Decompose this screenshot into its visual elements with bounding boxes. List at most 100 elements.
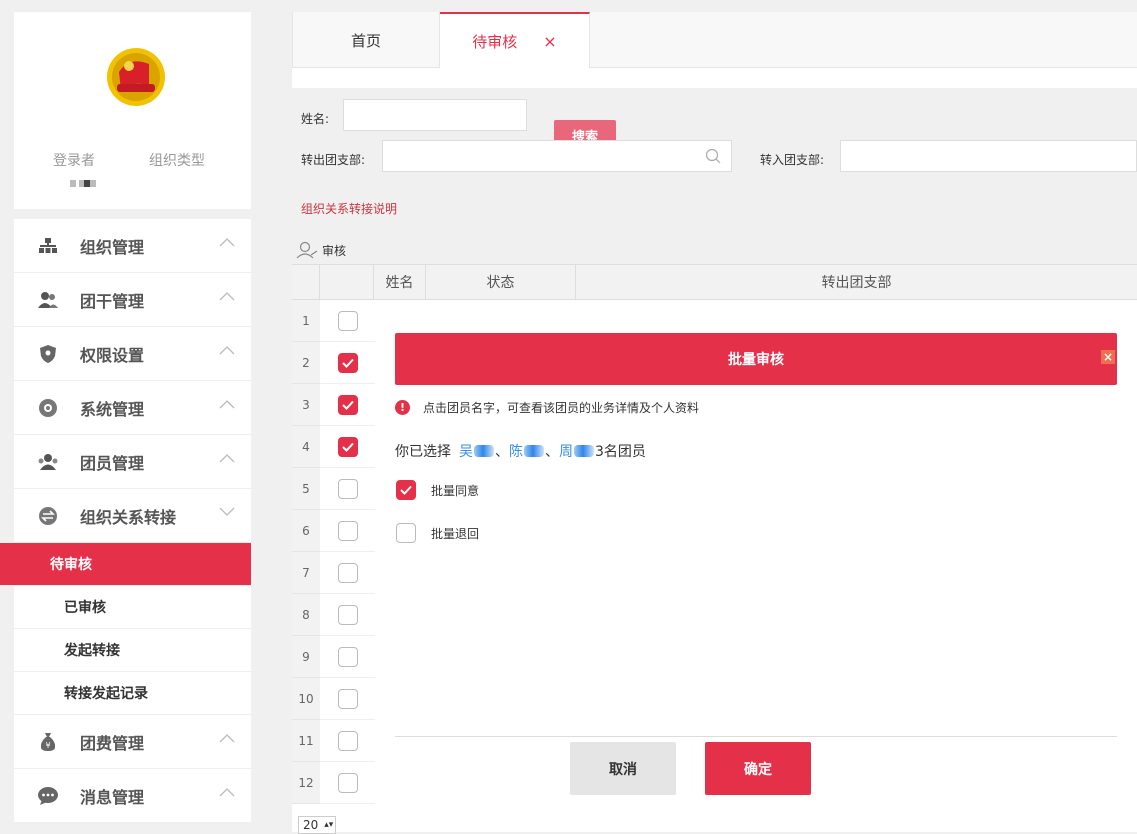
row-checkbox[interactable] — [337, 772, 358, 793]
row-checkbox[interactable] — [337, 478, 358, 499]
row-checkbox[interactable] — [337, 562, 358, 583]
filter-panel: 姓名: 搜索 转出团支部: 转入团支部: 组织关系转接说明 审核 — [292, 88, 1137, 270]
chevron-up-icon — [219, 454, 235, 463]
in-branch-input[interactable] — [840, 140, 1137, 172]
menu-label: 系统管理 — [80, 399, 145, 419]
menu-item-messages[interactable]: 消息管理 — [14, 769, 251, 823]
submenu-start-transfer[interactable]: 发起转接 — [14, 629, 251, 672]
chevron-up-icon — [219, 292, 235, 301]
menu-item-system[interactable]: 系统管理 — [14, 381, 251, 435]
transfer-icon — [38, 506, 58, 526]
approve-label: 批量同意 — [431, 483, 480, 498]
close-icon[interactable]: × — [1101, 350, 1115, 364]
member-link[interactable]: 吴 — [459, 441, 473, 461]
return-label: 批量退回 — [431, 526, 480, 541]
row-number: 5 — [292, 468, 320, 510]
dialog-divider — [395, 736, 1117, 737]
grid-header-check — [320, 265, 374, 299]
check-icon — [341, 442, 354, 452]
grid-header-rownum — [292, 265, 320, 299]
chat-icon — [38, 786, 58, 806]
profile-card: 登录者 组织类型 — [14, 12, 251, 209]
row-checkbox[interactable] — [337, 688, 358, 709]
in-branch-label: 转入团支部: — [760, 153, 825, 167]
dialog-tip: ! 点击团员名字，可查看该团员的业务详情及个人资料 — [395, 399, 699, 416]
check-icon — [400, 485, 412, 495]
chevron-up-icon — [219, 238, 235, 247]
selected-suffix: 3名团员 — [595, 444, 646, 460]
tab-pending[interactable]: 待审核 × — [440, 12, 590, 68]
menu-item-permissions[interactable]: 权限设置 — [14, 327, 251, 381]
row-checkbox[interactable] — [337, 310, 358, 331]
menu-item-members[interactable]: 团员管理 — [14, 435, 251, 489]
grid-header-out-branch[interactable]: 转出团支部 — [576, 265, 1137, 299]
row-checkbox-cell — [320, 426, 376, 468]
check-icon — [341, 358, 354, 368]
row-number: 9 — [292, 636, 320, 678]
row-checkbox[interactable] — [337, 394, 358, 415]
menu-item-org-manage[interactable]: 组织管理 — [14, 219, 251, 273]
row-checkbox[interactable] — [337, 352, 358, 373]
redacted-name — [474, 445, 494, 457]
member-link[interactable]: 周 — [559, 441, 573, 461]
tab-label: 待审核 — [472, 32, 518, 51]
row-checkbox-cell — [320, 594, 376, 636]
selected-members: 你已选择 吴 、 陈 、 周 3名团员 — [395, 441, 646, 461]
out-branch-input[interactable] — [382, 140, 732, 172]
user-name-redacted — [70, 180, 96, 187]
redacted-name — [574, 445, 594, 457]
page-size-select[interactable]: 20 ▴▾ — [298, 816, 336, 834]
menu-label: 团干管理 — [80, 291, 145, 311]
member-link[interactable]: 陈 — [509, 441, 523, 461]
name-input[interactable] — [343, 99, 527, 131]
submenu-pending[interactable]: 待审核 — [0, 543, 251, 586]
review-action[interactable]: 审核 — [296, 241, 346, 259]
row-number: 4 — [292, 426, 320, 468]
batch-review-dialog: 批量审核 × ! 点击团员名字，可查看该团员的业务详情及个人资料 你已选择 吴 … — [375, 300, 1137, 832]
tab-home[interactable]: 首页 — [292, 12, 440, 68]
reviewer-icon — [296, 241, 318, 259]
return-all-option[interactable]: 批量退回 — [396, 523, 479, 543]
row-number: 7 — [292, 552, 320, 594]
transfer-note-link[interactable]: 组织关系转接说明 — [301, 200, 397, 217]
row-checkbox[interactable] — [337, 730, 358, 751]
sidebar: 登录者 组织类型 组织管理 团干管理 权限设置 系统管理 团员管理 组织关系转接… — [0, 0, 252, 832]
name-separator: 、 — [545, 444, 559, 460]
search-icon[interactable] — [705, 148, 721, 164]
close-icon[interactable]: × — [543, 32, 556, 51]
row-checkbox-cell — [320, 342, 376, 384]
row-checkbox-cell — [320, 720, 376, 762]
menu-label: 权限设置 — [80, 345, 145, 365]
menu-item-org-transfer[interactable]: 组织关系转接 — [14, 489, 251, 543]
money-bag-icon: ¥ — [38, 732, 58, 752]
chevron-up-icon — [219, 400, 235, 409]
menu-label: 组织管理 — [80, 237, 145, 257]
row-checkbox[interactable] — [337, 436, 358, 457]
row-numbers: 1 2 3 4 5 6 7 8 9 10 11 12 — [292, 300, 320, 804]
nav-menu: 组织管理 团干管理 权限设置 系统管理 团员管理 组织关系转接 待审核 已审核 … — [0, 219, 251, 823]
row-checkbox-cell — [320, 468, 376, 510]
shield-icon — [38, 344, 58, 364]
submenu-reviewed[interactable]: 已审核 — [14, 586, 251, 629]
menu-item-fees[interactable]: ¥ 团费管理 — [14, 715, 251, 769]
cancel-button[interactable]: 取消 — [570, 742, 676, 795]
confirm-button[interactable]: 确定 — [705, 742, 811, 795]
select-arrows-icon: ▴▾ — [324, 820, 334, 830]
row-number: 1 — [292, 300, 320, 342]
return-checkbox[interactable] — [396, 523, 416, 543]
row-checkbox[interactable] — [337, 604, 358, 625]
row-checkbox[interactable] — [337, 646, 358, 667]
members-icon — [38, 452, 58, 472]
chevron-up-icon — [219, 788, 235, 797]
chevron-up-icon — [219, 346, 235, 355]
submenu-transfer-records[interactable]: 转接发起记录 — [14, 672, 251, 715]
row-checkbox-cell — [320, 636, 376, 678]
approve-all-option[interactable]: 批量同意 — [396, 480, 479, 500]
menu-label: 团费管理 — [80, 733, 145, 753]
row-checkbox[interactable] — [337, 520, 358, 541]
menu-item-cadre-manage[interactable]: 团干管理 — [14, 273, 251, 327]
grid-header-status[interactable]: 状态 — [426, 265, 576, 299]
grid-header-name[interactable]: 姓名 — [374, 265, 426, 299]
approve-checkbox[interactable] — [396, 480, 416, 500]
menu-label: 消息管理 — [80, 787, 145, 807]
